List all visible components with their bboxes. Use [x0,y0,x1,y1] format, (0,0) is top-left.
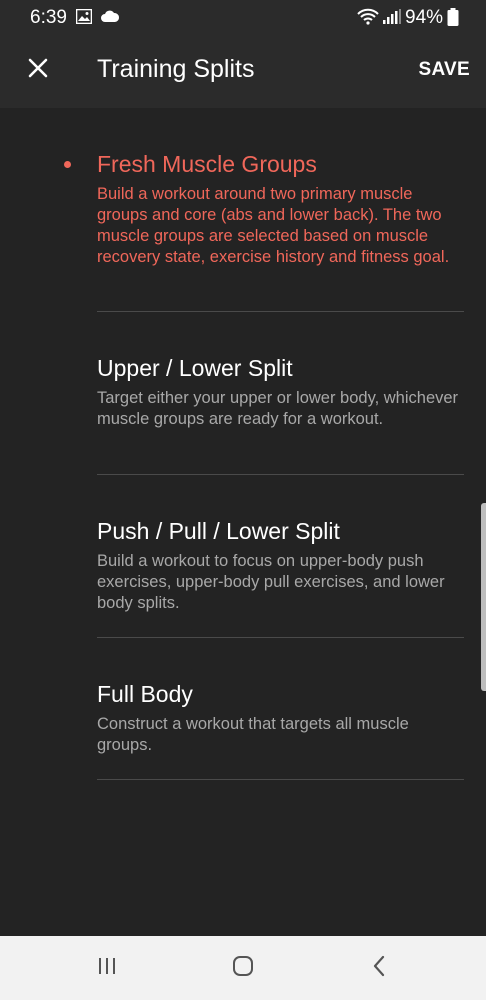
signal-icon [383,9,401,29]
save-button[interactable]: SAVE [418,59,470,81]
home-button[interactable] [223,952,263,984]
option-description: Target either your upper or lower body, … [97,389,459,428]
close-button[interactable] [18,50,58,90]
option-push-pull-lower-split[interactable]: Push / Pull / Lower Split Build a workou… [97,517,464,614]
divider [97,311,464,312]
scrollbar[interactable] [481,503,486,691]
battery-percent: 94% [405,7,444,28]
wifi-icon [357,8,379,30]
option-title: Push / Pull / Lower Split [97,518,340,544]
system-nav-bar [0,936,486,1000]
option-title: Full Body [97,681,193,707]
app-bar: Training Splits SAVE [0,34,486,108]
home-icon [231,954,255,983]
page-title: Training Splits [97,55,255,83]
status-bar: 6:39 94% [0,0,486,34]
recent-apps-button[interactable] [87,952,127,984]
close-icon [28,58,48,83]
option-upper-lower-split[interactable]: Upper / Lower Split Target either your u… [97,354,464,430]
back-button[interactable] [359,952,399,984]
option-description: Build a workout to focus on upper-body p… [97,552,445,612]
divider [97,779,464,780]
training-splits-list: Fresh Muscle Groups Build a workout arou… [0,108,486,936]
option-title: Fresh Muscle Groups [97,151,317,177]
divider [97,474,464,475]
status-time: 6:39 [30,7,67,28]
image-icon [75,8,93,29]
selected-bullet-icon [64,161,71,168]
option-fresh-muscle-groups[interactable]: Fresh Muscle Groups Build a workout arou… [64,150,464,268]
option-full-body[interactable]: Full Body Construct a workout that targe… [97,680,464,756]
cloud-icon [100,10,120,28]
divider [97,637,464,638]
option-title: Upper / Lower Split [97,355,293,381]
option-description: Build a workout around two primary muscl… [97,185,450,266]
option-description: Construct a workout that targets all mus… [97,715,409,754]
battery-icon [447,8,459,31]
back-icon [371,955,387,982]
recent-apps-icon [96,956,118,981]
